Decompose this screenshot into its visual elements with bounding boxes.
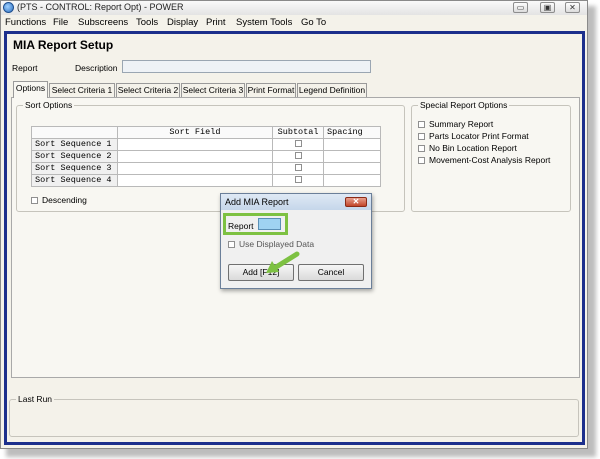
use-displayed-data-label: Use Displayed Data bbox=[239, 239, 315, 249]
summary-report-label: Summary Report bbox=[429, 119, 494, 129]
descending-checkbox[interactable] bbox=[31, 197, 38, 205]
tab-options[interactable]: Options bbox=[13, 81, 48, 98]
movement-cost-checkbox[interactable] bbox=[418, 157, 425, 165]
description-label: Description bbox=[75, 63, 118, 73]
add-mia-report-dialog: Add MIA Report ✕ Report Use Displayed Da… bbox=[220, 193, 372, 289]
sort-field-cell[interactable] bbox=[116, 174, 274, 187]
movement-cost-label: Movement-Cost Analysis Report bbox=[429, 155, 551, 165]
close-button[interactable]: ✕ bbox=[565, 2, 580, 13]
table-row: Sort Sequence 2 bbox=[31, 150, 381, 163]
window-title: (PTS - CONTROL: Report Opt) - POWER bbox=[17, 2, 184, 12]
menu-functions[interactable]: Functions bbox=[5, 17, 46, 28]
movement-cost-option: Movement-Cost Analysis Report bbox=[418, 155, 550, 165]
spacing-cell[interactable] bbox=[323, 138, 381, 151]
app-icon bbox=[3, 2, 14, 13]
descending-label: Descending bbox=[42, 195, 87, 205]
spacing-cell[interactable] bbox=[323, 162, 381, 175]
maximize-button[interactable]: ▣ bbox=[540, 2, 555, 13]
summary-report-checkbox[interactable] bbox=[418, 121, 425, 129]
grid-corner-header bbox=[31, 126, 118, 139]
last-run-group: Last Run bbox=[9, 394, 579, 437]
subtotal-header: Subtotal bbox=[272, 126, 325, 139]
menu-bar: Functions File Subscreens Tools Display … bbox=[1, 15, 587, 29]
subtotal-checkbox[interactable] bbox=[294, 152, 302, 160]
parts-locator-checkbox[interactable] bbox=[418, 133, 425, 141]
tab-legend-definition[interactable]: Legend Definition bbox=[297, 83, 367, 97]
sort-sequence-2-label: Sort Sequence 2 bbox=[31, 150, 118, 163]
description-field[interactable] bbox=[122, 60, 371, 73]
parts-locator-option: Parts Locator Print Format bbox=[418, 131, 529, 141]
sort-field-cell[interactable] bbox=[116, 150, 274, 163]
sort-field-header: Sort Field bbox=[116, 126, 274, 139]
table-row: Sort Sequence 4 bbox=[31, 174, 381, 187]
no-bin-location-label: No Bin Location Report bbox=[429, 143, 517, 153]
title-bar: (PTS - CONTROL: Report Opt) - POWER ▭ ▣ … bbox=[1, 1, 587, 15]
sort-options-title: Sort Options bbox=[23, 100, 75, 110]
spacing-header: Spacing bbox=[323, 126, 381, 139]
sort-sequence-4-label: Sort Sequence 4 bbox=[31, 174, 118, 187]
pointer-arrow-icon bbox=[266, 251, 300, 273]
tab-select-criteria-2[interactable]: Select Criteria 2 bbox=[116, 83, 180, 97]
menu-go-to[interactable]: Go To bbox=[301, 17, 326, 28]
menu-print[interactable]: Print bbox=[206, 17, 226, 28]
menu-subscreens[interactable]: Subscreens bbox=[78, 17, 128, 28]
special-report-options-group: Special Report Options Summary Report Pa… bbox=[411, 100, 571, 212]
report-label: Report bbox=[12, 63, 38, 73]
descending-option: Descending bbox=[31, 195, 87, 205]
menu-display[interactable]: Display bbox=[167, 17, 198, 28]
minimize-button[interactable]: ▭ bbox=[513, 2, 528, 13]
menu-file[interactable]: File bbox=[53, 17, 68, 28]
tab-select-criteria-1[interactable]: Select Criteria 1 bbox=[49, 83, 115, 97]
use-displayed-data-option: Use Displayed Data bbox=[228, 239, 314, 249]
dialog-title-bar: Add MIA Report ✕ bbox=[221, 194, 371, 210]
special-options-title: Special Report Options bbox=[418, 100, 510, 110]
summary-report-option: Summary Report bbox=[418, 119, 493, 129]
menu-tools[interactable]: Tools bbox=[136, 17, 158, 28]
parts-locator-label: Parts Locator Print Format bbox=[429, 131, 529, 141]
menu-system-tools[interactable]: System Tools bbox=[236, 17, 292, 28]
sort-field-cell[interactable] bbox=[116, 138, 274, 151]
subtotal-checkbox[interactable] bbox=[294, 140, 302, 148]
spacing-cell[interactable] bbox=[323, 150, 381, 163]
last-run-title: Last Run bbox=[16, 394, 55, 404]
dialog-report-label: Report bbox=[228, 221, 254, 231]
table-row: Sort Sequence 3 bbox=[31, 162, 381, 175]
sort-field-cell[interactable] bbox=[116, 162, 274, 175]
subtotal-checkbox[interactable] bbox=[294, 176, 302, 184]
page-title: MIA Report Setup bbox=[13, 38, 114, 52]
sort-sequence-3-label: Sort Sequence 3 bbox=[31, 162, 118, 175]
sort-grid: Sort Field Subtotal Spacing Sort Sequenc… bbox=[31, 126, 381, 187]
use-displayed-data-checkbox[interactable] bbox=[228, 241, 235, 249]
dialog-report-input[interactable] bbox=[258, 218, 281, 230]
no-bin-location-option: No Bin Location Report bbox=[418, 143, 517, 153]
sort-sequence-1-label: Sort Sequence 1 bbox=[31, 138, 118, 151]
cancel-button[interactable]: Cancel bbox=[298, 264, 364, 281]
dialog-close-button[interactable]: ✕ bbox=[345, 197, 367, 207]
dialog-title: Add MIA Report bbox=[225, 197, 289, 207]
tab-print-format[interactable]: Print Format bbox=[246, 83, 296, 97]
sort-grid-header: Sort Field Subtotal Spacing bbox=[31, 126, 381, 139]
main-window: (PTS - CONTROL: Report Opt) - POWER ▭ ▣ … bbox=[0, 0, 588, 449]
table-row: Sort Sequence 1 bbox=[31, 138, 381, 151]
spacing-cell[interactable] bbox=[323, 174, 381, 187]
no-bin-location-checkbox[interactable] bbox=[418, 145, 425, 153]
tab-select-criteria-3[interactable]: Select Criteria 3 bbox=[181, 83, 245, 97]
subtotal-checkbox[interactable] bbox=[294, 164, 302, 172]
